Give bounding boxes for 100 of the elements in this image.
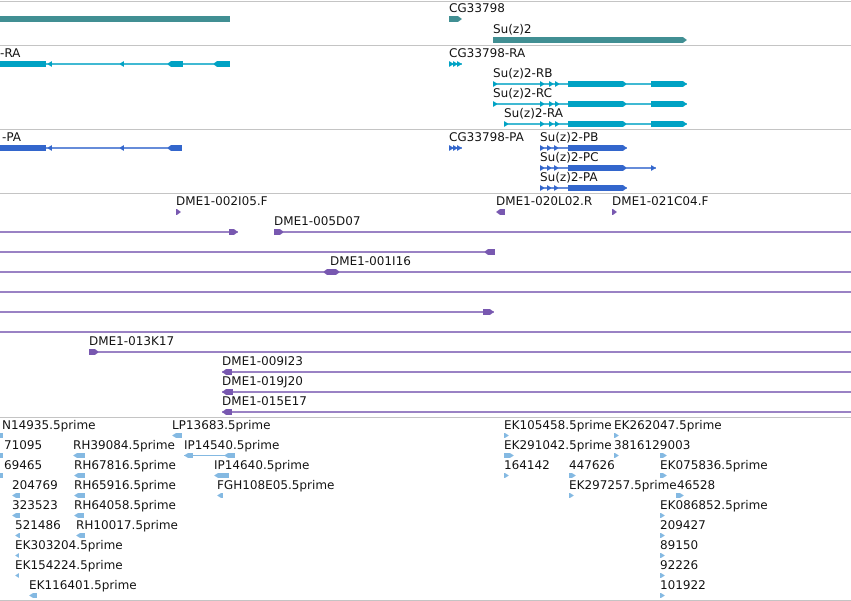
est-marker[interactable] [15,553,19,558]
est-label: 69465 [4,459,42,472]
transcript-model[interactable] [493,101,687,107]
est-marker[interactable] [660,473,667,478]
est-marker[interactable] [660,553,665,558]
est-label: 521486 [15,519,61,532]
est-label: 447626 [569,459,615,472]
est-marker[interactable] [660,593,665,598]
transcript-model[interactable] [449,61,462,67]
gene-label: Su(z)2 [493,23,532,36]
clone-feature[interactable] [274,229,851,235]
est-label: LP13683.5prime [172,419,271,432]
est-label: RH67816.5prime [74,459,176,472]
read-marker[interactable] [496,209,505,215]
est-label: FGH108E05.5prime [217,479,334,492]
est-label: EK105458.5prime [504,419,612,432]
clone-label: DME1-015E17 [222,395,307,408]
clone-feature[interactable] [222,389,851,395]
est-label: EK291042.5prime [504,439,612,452]
est-marker[interactable] [569,493,574,498]
est-label: RH39084.5prime [73,439,175,452]
est-marker[interactable] [614,453,619,458]
read-label: DME1-002I05.F [176,195,268,208]
transcript-model[interactable] [0,61,230,67]
est-marker[interactable] [217,493,223,498]
clone-feature[interactable] [0,289,851,295]
est-marker[interactable] [0,453,3,458]
protein-label: Su(z)2-PA [540,171,598,184]
protein-model[interactable] [540,145,627,151]
est-label: 101922 [660,579,706,592]
est-marker[interactable] [76,533,85,538]
transcript-label: CG33798-RA [449,47,526,60]
est-label: 3816129003 [614,439,690,452]
est-label: 71095 [4,439,42,452]
est-label: IP14640.5prime [214,459,310,472]
est-marker[interactable] [12,513,20,518]
est-marker[interactable] [15,533,20,538]
transcript-model[interactable] [504,121,687,127]
transcript-model[interactable] [493,81,687,87]
read-label: DME1-021C04.F [612,195,708,208]
est-marker[interactable] [0,433,3,438]
est-label: RH10017.5prime [76,519,178,532]
est-marker[interactable] [0,473,3,478]
clone-label: DME1-009I23 [222,355,303,368]
clone-feature[interactable] [0,329,851,335]
est-marker[interactable] [15,573,19,578]
clone-feature[interactable] [0,269,851,275]
gene-bar[interactable] [449,16,462,22]
est-label: 46528 [677,479,716,492]
est-label: EK154224.5prime [15,559,123,572]
est-label: EK086852.5prime [660,499,768,512]
clone-feature[interactable] [222,369,851,375]
protein-label: -PA [2,131,22,144]
est-label: EK075836.5prime [660,459,768,472]
clone-label: DME1-013K17 [89,335,174,348]
protein-model[interactable] [540,185,627,191]
clone-feature[interactable] [0,249,495,255]
est-label: EK303204.5prime [15,539,123,552]
est-label: 92226 [660,559,698,572]
est-marker[interactable] [74,513,84,518]
est-marker[interactable] [74,493,85,498]
est-marker[interactable] [660,453,667,458]
est-marker[interactable] [504,453,514,458]
est-marker[interactable] [214,473,229,478]
est-marker[interactable] [676,493,684,498]
est-marker[interactable] [184,453,235,458]
est-marker[interactable] [660,513,665,518]
clone-feature[interactable] [0,309,494,315]
est-marker[interactable] [73,453,85,458]
est-marker[interactable] [614,433,619,438]
protein-model[interactable] [540,165,656,171]
est-label: 204769 [12,479,58,492]
protein-label: Su(z)2-PB [540,131,598,144]
transcript-label: Su(z)2-RC [493,87,552,100]
est-marker[interactable] [74,473,85,478]
est-marker[interactable] [504,473,509,478]
protein-model[interactable] [0,145,182,151]
protein-model[interactable] [449,145,462,151]
est-marker[interactable] [660,533,665,538]
read-marker[interactable] [176,209,181,215]
est-label: EK116401.5prime [29,579,137,592]
est-label: 323523 [12,499,58,512]
clone-feature[interactable] [89,349,851,355]
est-marker[interactable] [172,433,182,438]
est-marker[interactable] [12,493,20,498]
protein-label: CG33798-PA [449,131,524,144]
est-label: IP14540.5prime [184,439,280,452]
est-marker[interactable] [660,573,665,578]
est-label: 209427 [660,519,706,532]
est-label: 164142 [504,459,550,472]
est-marker[interactable] [29,593,37,598]
est-marker[interactable] [569,473,576,478]
est-label: EK297257.5prime [569,479,677,492]
est-label: RH65916.5prime [74,479,176,492]
read-marker[interactable] [612,209,617,215]
clone-feature[interactable] [222,409,851,415]
est-marker[interactable] [504,433,509,438]
clone-feature[interactable] [0,229,238,235]
transcript-label: -RA [0,47,20,60]
clone-label: DME1-005D07 [274,215,361,228]
